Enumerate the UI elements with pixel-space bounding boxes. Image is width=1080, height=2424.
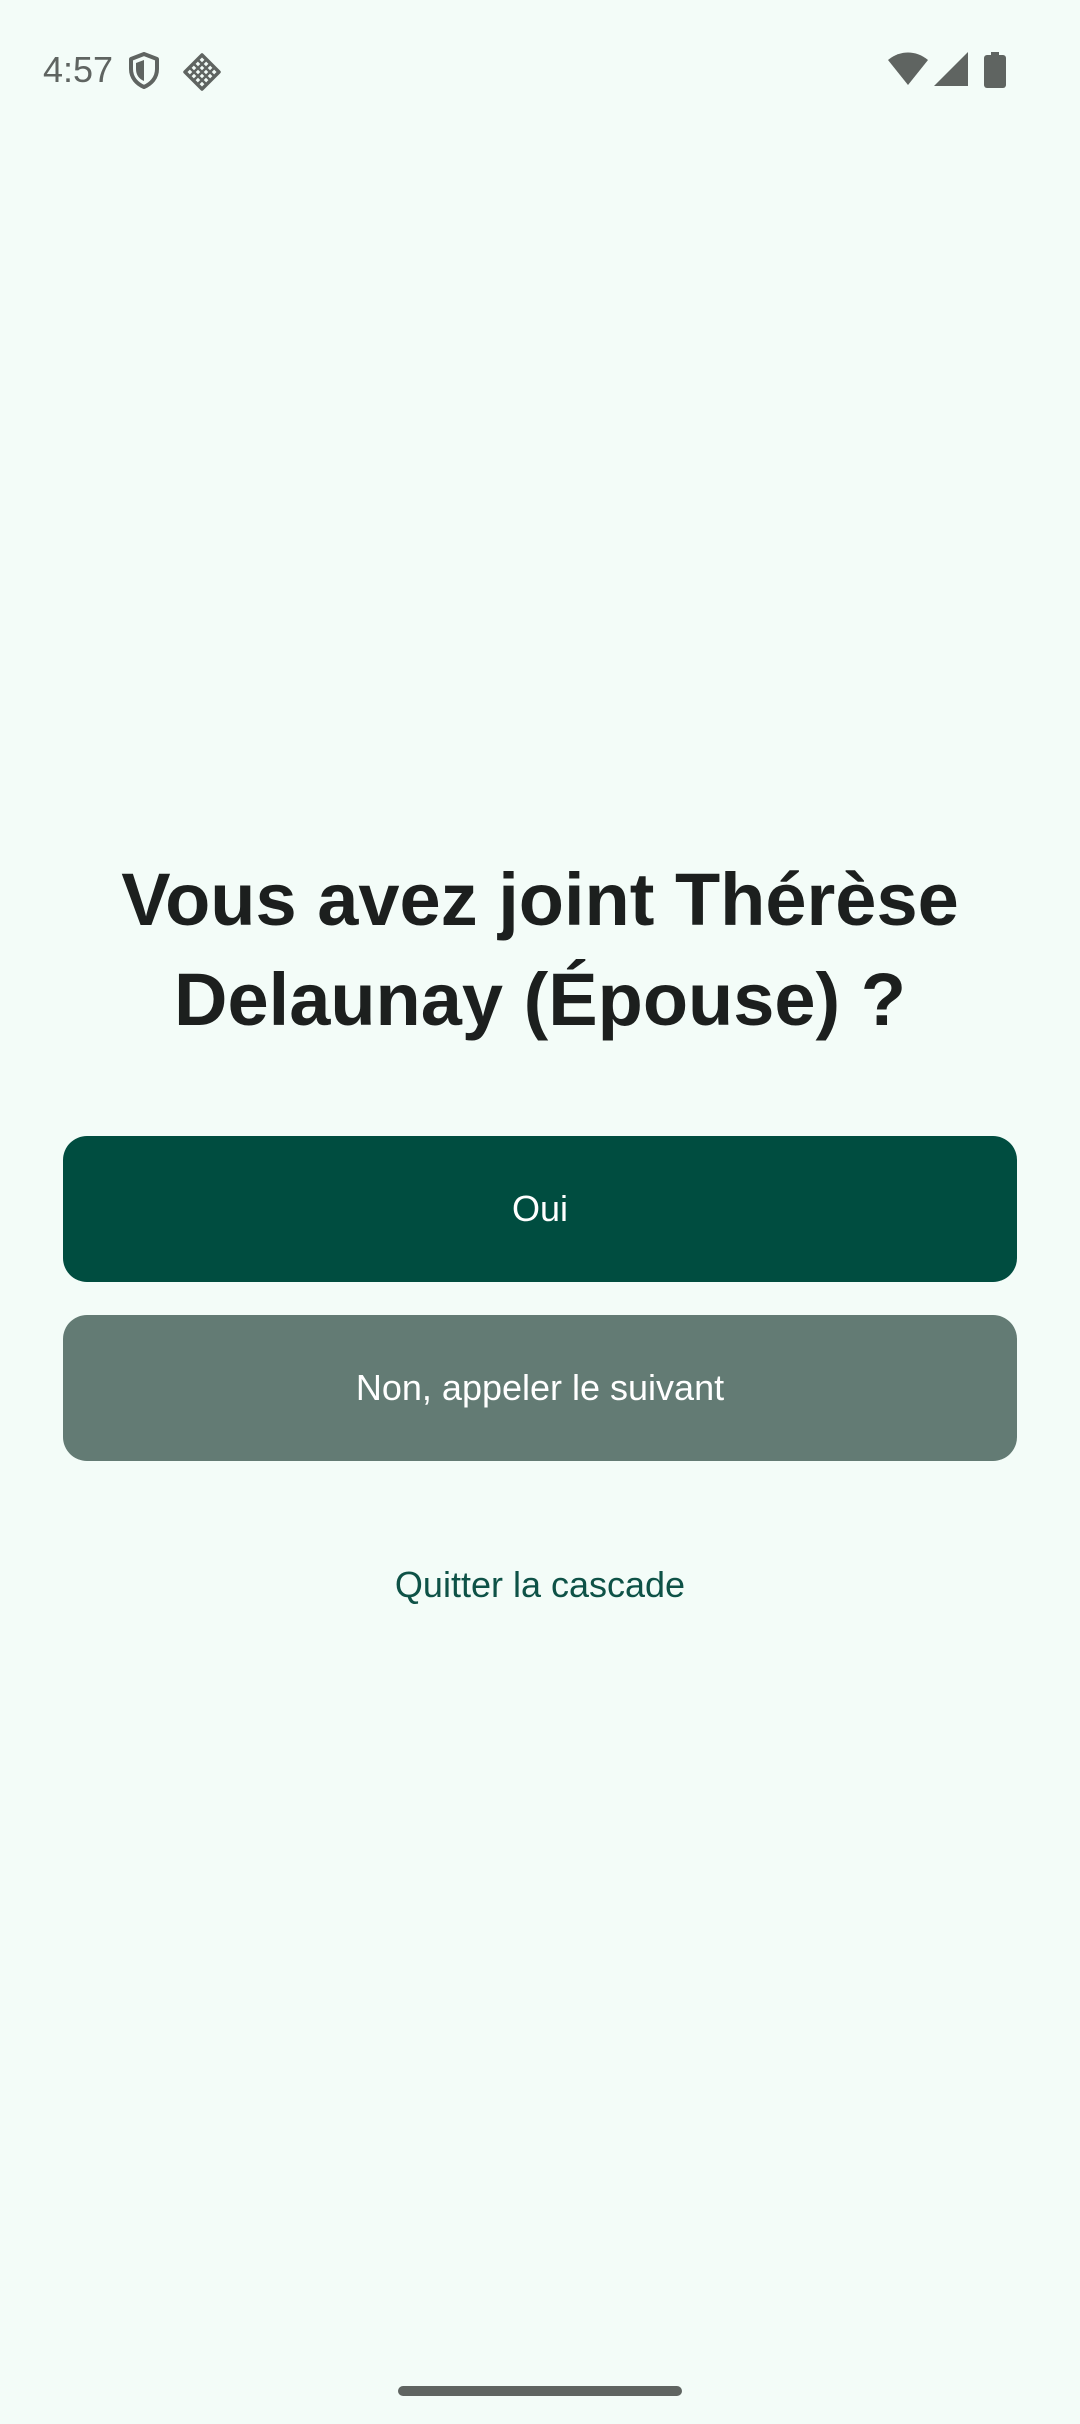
status-time: 4:57 — [43, 49, 114, 90]
diamond-grid-icon — [182, 52, 222, 92]
yes-button[interactable]: Oui — [63, 1136, 1017, 1282]
battery-icon — [984, 52, 1006, 88]
home-indicator[interactable] — [398, 2386, 682, 2396]
shield-icon — [128, 52, 160, 90]
page-title: Vous avez joint Thérèse Delaunay (Épouse… — [121, 858, 959, 1041]
status-bar: 4:57 — [0, 0, 1080, 140]
signal-icon — [934, 52, 968, 86]
wifi-icon — [888, 52, 928, 86]
quit-cascade-link[interactable]: Quitter la cascade — [0, 1560, 1080, 1610]
call-next-button[interactable]: Non, appeler le suivant — [63, 1315, 1017, 1461]
